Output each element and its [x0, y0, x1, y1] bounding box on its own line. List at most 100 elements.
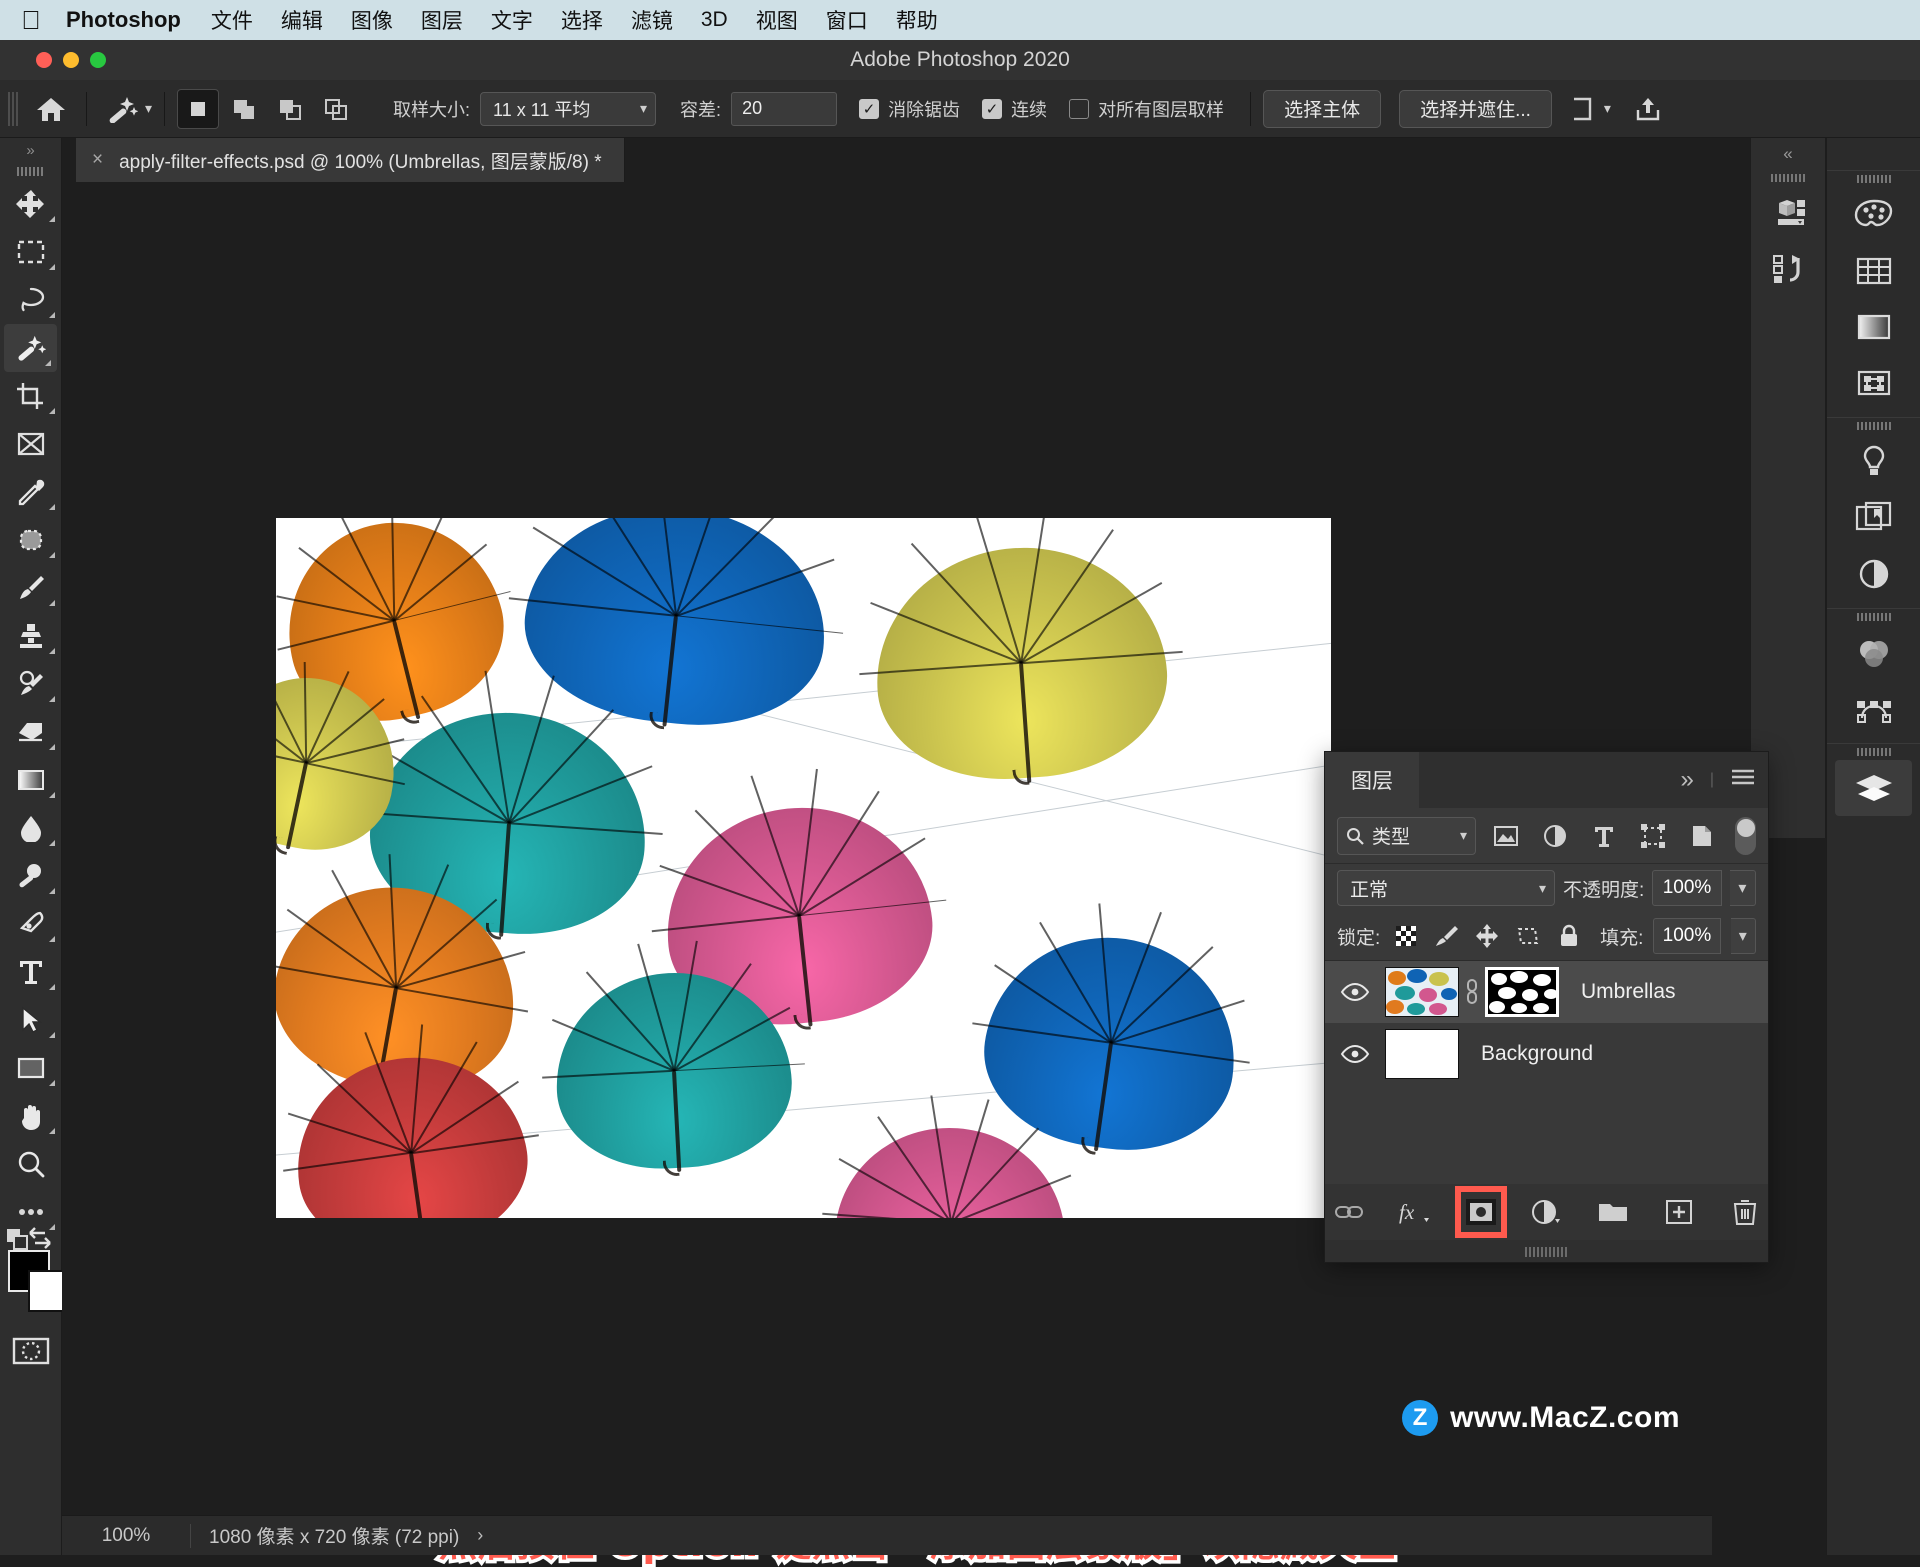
clone-stamp-tool-flyout-icon[interactable]	[49, 648, 55, 654]
lock-artboard-nesting-icon[interactable]	[1513, 919, 1544, 953]
dock-group-channels-grip[interactable]	[1827, 609, 1920, 625]
channels-panel-icon[interactable]	[1827, 625, 1920, 681]
dock-group-layers-grip[interactable]	[1827, 744, 1920, 760]
menu-help[interactable]: 帮助	[882, 5, 952, 35]
move-tool[interactable]	[0, 180, 61, 228]
brush-tool[interactable]	[0, 564, 61, 612]
paths-panel-icon[interactable]	[1827, 681, 1920, 737]
layers-panel[interactable]: 图层 » | 类型 ▾	[1325, 752, 1768, 1262]
apple-logo-icon[interactable]: 	[18, 5, 44, 35]
magic-wand-icon[interactable]	[99, 89, 145, 129]
dock-group-adjust-grip[interactable]	[1827, 418, 1920, 434]
rectangle-tool[interactable]	[0, 1044, 61, 1092]
brush-tool-flyout-icon[interactable]	[49, 600, 55, 606]
gradient-tool[interactable]	[0, 756, 61, 804]
layers-panel-resize-handle[interactable]	[1325, 1240, 1768, 1262]
dock-group-color-grip[interactable]	[1827, 171, 1920, 187]
history-brush-tool-flyout-icon[interactable]	[49, 696, 55, 702]
dodge-tool-flyout-icon[interactable]	[49, 888, 55, 894]
opacity-input[interactable]: 100%	[1652, 870, 1721, 906]
tolerance-input[interactable]: 20	[731, 92, 837, 126]
crop-tool[interactable]	[0, 372, 61, 420]
layer-mask-thumbnail[interactable]	[1485, 967, 1559, 1017]
layer-thumbnail[interactable]	[1385, 1029, 1459, 1079]
layers-panel-icon[interactable]	[1835, 760, 1912, 816]
workspace-chevron-down-icon[interactable]: ▾	[1604, 100, 1611, 117]
hand-tool-flyout-icon[interactable]	[49, 1128, 55, 1134]
delete-layer-icon[interactable]	[1725, 1192, 1765, 1232]
new-adjustment-layer-icon[interactable]	[1527, 1192, 1567, 1232]
antialias-checkbox-row[interactable]: ✓ 消除锯齿	[859, 96, 960, 122]
pen-tool[interactable]	[0, 900, 61, 948]
eyedropper-tool-flyout-icon[interactable]	[49, 504, 55, 510]
path-selection-tool-flyout-icon[interactable]	[49, 1032, 55, 1038]
frame-tool[interactable]	[0, 420, 61, 468]
zoom-tool[interactable]	[0, 1140, 61, 1188]
lasso-tool[interactable]	[0, 276, 61, 324]
tab-layers[interactable]: 图层	[1325, 752, 1419, 808]
menu-file[interactable]: 文件	[197, 5, 267, 35]
layer-thumbnail[interactable]	[1385, 967, 1459, 1017]
sample-all-layers-checkbox-row[interactable]: 对所有图层取样	[1069, 96, 1224, 122]
menu-3d[interactable]: 3D	[687, 8, 742, 32]
antialias-checkbox[interactable]: ✓	[859, 99, 879, 119]
lasso-tool-flyout-icon[interactable]	[49, 312, 55, 318]
color-swatches[interactable]	[0, 1242, 61, 1326]
adjustments-panel-icon[interactable]	[1827, 434, 1920, 490]
layer-visibility-eye-icon[interactable]	[1325, 1044, 1385, 1064]
eyedropper-tool[interactable]	[0, 468, 61, 516]
smart-object-filter-icon[interactable]	[1682, 817, 1721, 855]
fill-chevron-down-icon[interactable]: ▾	[1731, 918, 1756, 954]
minimize-window-button[interactable]	[63, 52, 79, 68]
eraser-tool-flyout-icon[interactable]	[49, 744, 55, 750]
swatches-panel-icon[interactable]	[1827, 243, 1920, 299]
close-window-button[interactable]	[36, 52, 52, 68]
status-zoom-level[interactable]: 100%	[62, 1525, 190, 1547]
status-expand-arrow-icon[interactable]: ›	[477, 1525, 483, 1546]
contiguous-checkbox[interactable]: ✓	[982, 99, 1002, 119]
menu-window[interactable]: 窗口	[812, 5, 882, 35]
hamburger-menu-icon[interactable]	[1730, 768, 1756, 793]
fill-input[interactable]: 100%	[1653, 918, 1720, 954]
secondary-dock-grip[interactable]	[1751, 170, 1825, 186]
libraries-panel-icon[interactable]	[1827, 490, 1920, 546]
select-subject-button[interactable]: 选择主体	[1263, 90, 1381, 128]
blur-tool[interactable]	[0, 804, 61, 852]
secondary-dock-collapse-button[interactable]: «	[1751, 138, 1825, 170]
lock-all-icon[interactable]	[1553, 919, 1584, 953]
type-filter-icon[interactable]	[1584, 817, 1623, 855]
tool-preset-chevron-down-icon[interactable]: ▾	[145, 100, 152, 117]
workspace-icon[interactable]	[1558, 89, 1604, 129]
share-icon[interactable]	[1625, 89, 1671, 129]
menu-edit[interactable]: 编辑	[267, 5, 337, 35]
magic-wand-tool[interactable]	[4, 324, 57, 372]
new-selection-button[interactable]	[177, 89, 219, 129]
toolbar-grip[interactable]	[0, 162, 61, 180]
filter-enable-toggle[interactable]	[1735, 817, 1755, 855]
sample-size-select[interactable]: 11 x 11 平均 ▾	[480, 92, 656, 126]
patterns-panel-icon[interactable]	[1827, 355, 1920, 411]
clone-stamp-tool[interactable]	[0, 612, 61, 660]
layer-name[interactable]: Umbrellas	[1581, 980, 1676, 1004]
pen-tool-flyout-icon[interactable]	[49, 936, 55, 942]
select-and-mask-button[interactable]: 选择并遮住...	[1399, 90, 1552, 128]
blur-tool-flyout-icon[interactable]	[49, 840, 55, 846]
menu-image[interactable]: 图像	[337, 5, 407, 35]
layer-style-fx-icon[interactable]: fx	[1395, 1192, 1435, 1232]
lock-transparent-pixels-icon[interactable]	[1390, 919, 1421, 953]
gradients-panel-icon[interactable]	[1827, 299, 1920, 355]
adjustment-layer-icon[interactable]	[1827, 546, 1920, 602]
type-tool-flyout-icon[interactable]	[49, 984, 55, 990]
quick-mask-icon[interactable]	[0, 1326, 61, 1376]
move-tool-flyout-icon[interactable]	[49, 216, 55, 222]
link-layers-icon[interactable]	[1329, 1192, 1369, 1232]
new-layer-icon[interactable]	[1659, 1192, 1699, 1232]
lock-image-pixels-icon[interactable]	[1431, 919, 1462, 953]
hand-tool[interactable]	[0, 1092, 61, 1140]
window-controls[interactable]	[36, 52, 106, 68]
layer-mask-link-icon[interactable]	[1459, 977, 1485, 1007]
shape-filter-icon[interactable]	[1633, 817, 1672, 855]
subtract-from-selection-button[interactable]	[269, 89, 311, 129]
artboard[interactable]	[276, 518, 1331, 1218]
filter-type-select[interactable]: 类型 ▾	[1337, 817, 1476, 855]
